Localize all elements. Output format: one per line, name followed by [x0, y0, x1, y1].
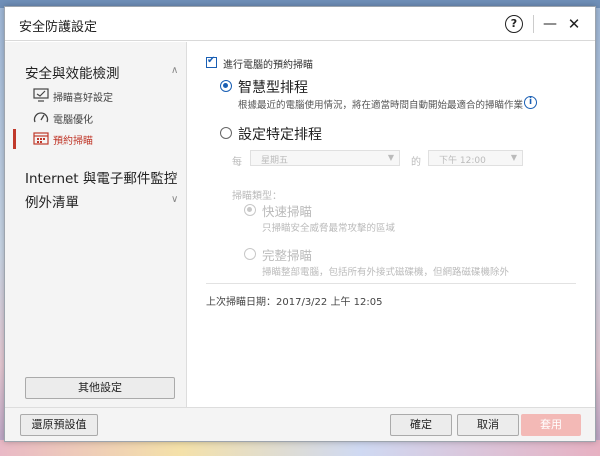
time-dropdown-value: 下午 12:00	[439, 156, 486, 166]
chevron-up-icon[interactable]: ∧	[171, 65, 178, 76]
scan-type-label: 掃瞄類型：	[232, 191, 282, 202]
last-scan-date: 上次掃瞄日期：2017/3/22 上午 12:05	[206, 297, 383, 308]
day-dropdown[interactable]: 星期五 ▼	[250, 150, 400, 166]
sidebar: 安全與效能檢測 ∧ 掃瞄喜好設定 電腦優化 預約掃瞄 Internet 與電子郵…	[5, 42, 187, 407]
sidebar-item-pc-optimize[interactable]: 電腦優化	[5, 108, 187, 128]
apply-button[interactable]: 套用	[521, 414, 581, 436]
monitor-scan-icon	[33, 88, 49, 102]
other-settings-button[interactable]: 其他設定	[25, 377, 175, 399]
sidebar-item-label: 預約掃瞄	[53, 136, 93, 147]
time-dropdown[interactable]: 下午 12:00 ▼	[428, 150, 523, 166]
dropdown-arrow-icon: ▼	[510, 153, 517, 162]
titlebar-divider	[533, 15, 534, 33]
minimize-button[interactable]: —	[540, 14, 560, 34]
quick-scan-radio[interactable]	[244, 204, 256, 216]
quick-scan-description: 只掃瞄安全威脅最常攻擊的區域	[262, 223, 396, 234]
smart-schedule-radio[interactable]	[220, 80, 232, 92]
day-dropdown-value: 星期五	[261, 156, 289, 166]
sidebar-item-label: 掃瞄喜好設定	[53, 93, 113, 104]
quick-scan-label: 快速掃瞄	[262, 204, 313, 219]
every-label: 每	[232, 157, 242, 168]
close-button[interactable]: ✕	[564, 14, 584, 34]
sidebar-section-exceptions[interactable]: 例外清單	[25, 191, 79, 211]
desktop-background-bottom	[0, 440, 600, 456]
title-bar: 安全防護設定 ? — ✕	[5, 7, 595, 41]
info-icon[interactable]: i	[524, 96, 537, 109]
full-scan-description: 掃瞄整部電腦，包括所有外接式磁碟機，但網路磁碟機除外	[262, 267, 510, 278]
cancel-button[interactable]: 取消	[457, 414, 519, 436]
sidebar-section-security-performance[interactable]: 安全與效能檢測	[25, 62, 120, 82]
of-label: 的	[411, 157, 421, 168]
help-icon[interactable]: ?	[505, 15, 523, 33]
scheduled-scan-panel: 進行電腦的預約掃瞄 智慧型排程 根據最近的電腦使用情況，將在適當時間自動開始最適…	[188, 42, 595, 407]
sidebar-item-scan-preferences[interactable]: 掃瞄喜好設定	[5, 86, 187, 106]
custom-schedule-label: 設定特定排程	[238, 127, 322, 143]
smart-schedule-description: 根據最近的電腦使用情況，將在適當時間自動開始最適合的掃瞄作業	[238, 100, 524, 111]
ok-button[interactable]: 確定	[390, 414, 452, 436]
sidebar-section-internet-email[interactable]: Internet 與電子郵件監控	[25, 167, 177, 187]
settings-window: 安全防護設定 ? — ✕ 安全與效能檢測 ∧ 掃瞄喜好設定 電腦優化 預約掃瞄 …	[4, 6, 596, 442]
chevron-down-icon[interactable]: ∨	[171, 170, 178, 181]
schedule-scan-checkbox[interactable]	[206, 55, 217, 68]
calendar-icon	[33, 132, 49, 145]
speedometer-icon	[33, 112, 49, 123]
smart-schedule-label: 智慧型排程	[238, 80, 308, 96]
restore-defaults-button[interactable]: 還原預設值	[20, 414, 98, 436]
sidebar-item-scheduled-scan[interactable]: 預約掃瞄	[5, 129, 187, 149]
sidebar-item-label: 電腦優化	[53, 115, 93, 126]
section-divider	[206, 283, 576, 284]
footer-bar: 還原預設值 確定 取消 套用	[5, 407, 595, 441]
chevron-down-icon[interactable]: ∨	[171, 194, 178, 205]
schedule-scan-label: 進行電腦的預約掃瞄	[223, 60, 313, 71]
full-scan-radio[interactable]	[244, 248, 256, 260]
window-title: 安全防護設定	[19, 20, 98, 35]
full-scan-label: 完整掃瞄	[262, 248, 313, 263]
dropdown-arrow-icon: ▼	[387, 153, 394, 162]
custom-schedule-radio[interactable]	[220, 127, 232, 139]
active-indicator	[13, 129, 16, 149]
